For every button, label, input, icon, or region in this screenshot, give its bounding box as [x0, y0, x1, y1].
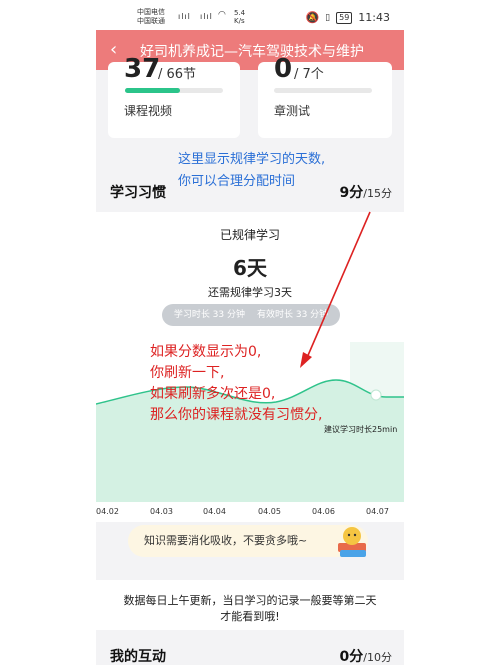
- habit-score-max: /15分: [363, 187, 392, 200]
- video-progress-card[interactable]: 37 / 66节 课程视频: [108, 54, 240, 138]
- study-time: 学习时长 33 分钟: [173, 310, 245, 320]
- annotation-red-line-4: 那么你的课程就没有习惯分,: [150, 407, 323, 423]
- time-summary-pill: 学习时长 33 分钟 有效时长 33 分钟: [162, 304, 340, 326]
- signal-icon: ılıl: [178, 12, 191, 21]
- video-label: 课程视频: [124, 104, 173, 118]
- notice-line-1: 数据每日上午更新，当日学习的记录一般要等第二天: [123, 594, 377, 607]
- data-update-notice: 数据每日上午更新，当日学习的记录一般要等第二天 才能看到哦!: [96, 580, 404, 630]
- reference-line-label: 建议学习时长25min: [324, 424, 397, 434]
- video-progress-fill: [125, 88, 180, 93]
- interaction-score-value: 0分: [339, 649, 364, 665]
- annotation-blue-line-1: 这里显示规律学习的天数,: [178, 152, 326, 167]
- video-count: 37: [124, 54, 161, 84]
- today-point[interactable]: [370, 389, 382, 401]
- speed-unit: K/s: [234, 17, 245, 25]
- video-progress-bar: [125, 88, 223, 93]
- wifi-icon: ◠: [218, 10, 227, 20]
- battery-icon: 59: [336, 11, 353, 24]
- page-title: 好司机养成记—汽车驾驶技术与维护: [140, 44, 364, 60]
- back-button[interactable]: ‹: [110, 39, 117, 60]
- tick-label-1: 04.03: [150, 507, 173, 516]
- clock: 11:43: [358, 11, 390, 24]
- carrier-1: 中国电信: [137, 8, 165, 16]
- mute-icon: 🔕: [305, 11, 320, 24]
- speed-value: 5.4: [234, 9, 246, 17]
- interaction-title: 我的互动: [110, 649, 166, 665]
- test-label: 章测试: [274, 104, 311, 118]
- tick-label-0: 04.02: [96, 507, 119, 516]
- tick-label-5: 04.07: [366, 507, 389, 516]
- annotation-red-line-2: 你刷新一下,: [150, 365, 225, 381]
- annotation-red-line-3: 如果刷新多次还是0,: [150, 386, 276, 402]
- annotation-red-line-1: 如果分数显示为0,: [150, 344, 262, 360]
- video-total: / 66节: [158, 67, 197, 82]
- tick-label-2: 04.04: [203, 507, 226, 516]
- book-mascot-icon: [338, 527, 366, 557]
- vibrate-icon: ▯: [325, 12, 331, 23]
- interaction-score-max: /10分: [363, 651, 392, 664]
- test-progress-bar: [274, 88, 372, 93]
- study-habit-title: 学习习惯: [110, 185, 166, 201]
- status-right: 🔕 ▯ 59 11:43: [305, 11, 390, 24]
- carrier-2: 中国联通: [137, 17, 165, 25]
- test-total: / 7个: [294, 67, 324, 82]
- signal-icon-2: ılıl: [200, 12, 213, 21]
- regular-study-days: 6天: [233, 256, 267, 280]
- annotation-red: 如果分数显示为0, 你刷新一下, 如果刷新多次还是0, 那么你的课程就没有习惯分…: [150, 342, 322, 426]
- network-speed: 5.4 K/s: [234, 9, 245, 25]
- study-habit-score: 9分/15分: [340, 182, 392, 202]
- interaction-score: 0分/10分: [340, 646, 392, 666]
- test-progress-card[interactable]: 0 / 7个 章测试: [258, 54, 392, 138]
- habit-score-value: 9分: [339, 185, 364, 201]
- effective-time: 有效时长 33 分钟: [257, 310, 329, 320]
- notice-line-2: 才能看到哦!: [220, 610, 280, 623]
- remaining-days-text: 还需规律学习3天: [208, 286, 292, 299]
- annotation-blue-line-2: 你可以合理分配时间: [178, 174, 296, 189]
- regular-study-label: 已规律学习: [219, 228, 280, 242]
- carrier-info: 中国电信 中国联通: [137, 8, 165, 26]
- tick-label-3: 04.05: [258, 507, 281, 516]
- status-bar: 中国电信 中国联通 ılıl ılıl ◠ 5.4 K/s 🔕 ▯ 59 11:…: [0, 0, 500, 32]
- annotation-blue: 这里显示规律学习的天数, 你可以合理分配时间: [178, 149, 325, 193]
- tick-label-4: 04.06: [312, 507, 335, 516]
- test-count: 0: [274, 54, 293, 84]
